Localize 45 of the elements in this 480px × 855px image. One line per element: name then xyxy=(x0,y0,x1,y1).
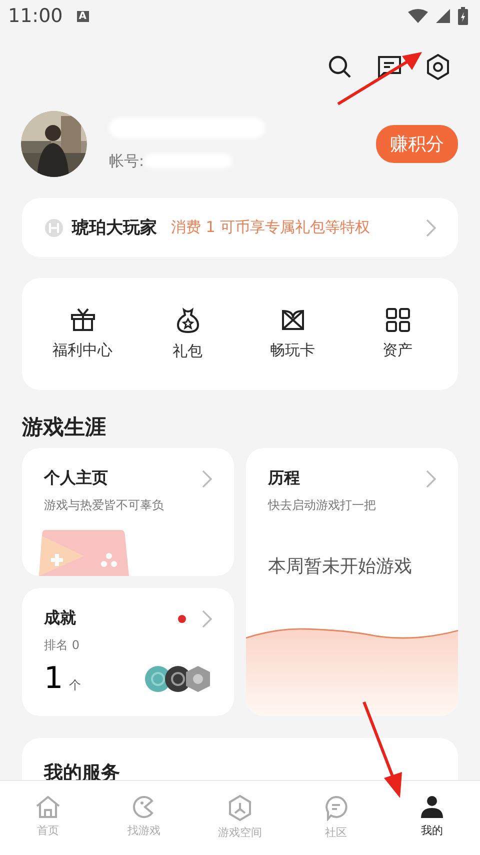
message-icon xyxy=(376,55,402,79)
section-heading: 游戏生涯 xyxy=(22,414,107,441)
keyboard-badge: A xyxy=(76,10,89,22)
gift-icon xyxy=(70,308,96,332)
person-icon xyxy=(420,795,444,819)
chat-bubble-icon xyxy=(324,795,348,821)
achievement-count: 1 xyxy=(44,664,64,694)
empty-state-text: 本周暂未开始游戏 xyxy=(268,555,413,578)
signal-icon xyxy=(436,9,450,23)
search-icon xyxy=(328,55,352,79)
card-subtitle: 快去启动游戏打一把 xyxy=(268,497,377,514)
shortcut-item[interactable]: 资产 xyxy=(352,308,442,360)
nav-tab[interactable]: 我的 xyxy=(397,795,467,838)
history-card[interactable]: 历程 快去启动游戏打一把 本周暂未开始游戏 xyxy=(246,448,458,716)
settings-icon xyxy=(426,54,450,80)
chevron-right-icon xyxy=(202,470,212,488)
shortcut-item[interactable]: 畅玩卡 xyxy=(248,308,338,360)
shortcut-item[interactable]: 福利中心 xyxy=(38,308,128,360)
pacman-icon xyxy=(132,795,156,819)
homepage-card[interactable]: 个人主页 游戏与热爱皆不可辜负 xyxy=(22,448,234,576)
count-unit: 个 xyxy=(69,677,82,694)
card-title: 个人主页 xyxy=(44,468,108,489)
home-icon xyxy=(35,795,61,819)
card-title: 成就 xyxy=(44,608,76,629)
battery-icon xyxy=(458,7,468,25)
rank-text: 排名 0 xyxy=(44,637,80,654)
hexagon-icon xyxy=(228,795,252,821)
chevron-right-icon xyxy=(426,218,436,236)
account-label: 帐号: xyxy=(109,152,144,170)
grid-icon xyxy=(386,308,410,332)
medals-drawing xyxy=(144,664,212,694)
member-promo: 消费 1 可币享专属礼包等特权 xyxy=(171,218,370,237)
money-bag-icon xyxy=(176,307,200,333)
chevron-right-icon xyxy=(426,470,436,488)
badge-icon xyxy=(44,218,64,238)
achievements-card[interactable]: 成就 排名 0 1 个 xyxy=(22,588,234,716)
status-time: 11:00 xyxy=(8,5,63,27)
card-subtitle: 游戏与热爱皆不可辜负 xyxy=(44,497,165,514)
card-title: 历程 xyxy=(268,468,300,489)
envelope-heart-icon xyxy=(280,308,306,332)
chevron-right-icon xyxy=(202,610,212,628)
member-level: 琥珀大玩家 xyxy=(72,217,157,239)
wifi-icon xyxy=(408,9,428,23)
shortcut-item[interactable]: 礼包 xyxy=(142,307,232,361)
membership-card[interactable]: 琥珀大玩家 消费 1 可币享专属礼包等特权 xyxy=(22,198,458,257)
